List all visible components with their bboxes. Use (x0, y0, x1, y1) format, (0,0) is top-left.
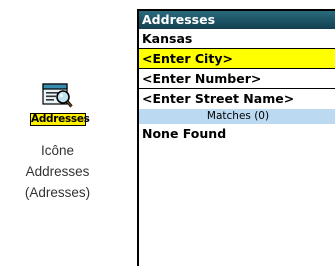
icon-label: Addresses (30, 113, 90, 126)
device-screen: Addresses Kansas <Enter City> <Enter Num… (137, 9, 335, 266)
matches-bar: Matches (0) (139, 109, 335, 124)
caption-line-2: Addresses (25, 164, 90, 179)
street-name-field[interactable]: <Enter Street Name> (139, 89, 335, 109)
number-field[interactable]: <Enter Number> (139, 69, 335, 89)
result-item: None Found (142, 126, 227, 141)
caption-line-1: Icône (40, 143, 75, 158)
caption-line-3: (Adresses) (24, 185, 91, 200)
screen-title: Addresses (139, 11, 335, 29)
state-field[interactable]: Kansas (139, 29, 335, 49)
icon-caption: Icône Addresses (Adresses) (0, 140, 115, 203)
addresses-app-icon[interactable]: Addresses (30, 82, 90, 130)
city-field[interactable]: <Enter City> (139, 49, 335, 69)
addresses-icon (42, 83, 73, 108)
